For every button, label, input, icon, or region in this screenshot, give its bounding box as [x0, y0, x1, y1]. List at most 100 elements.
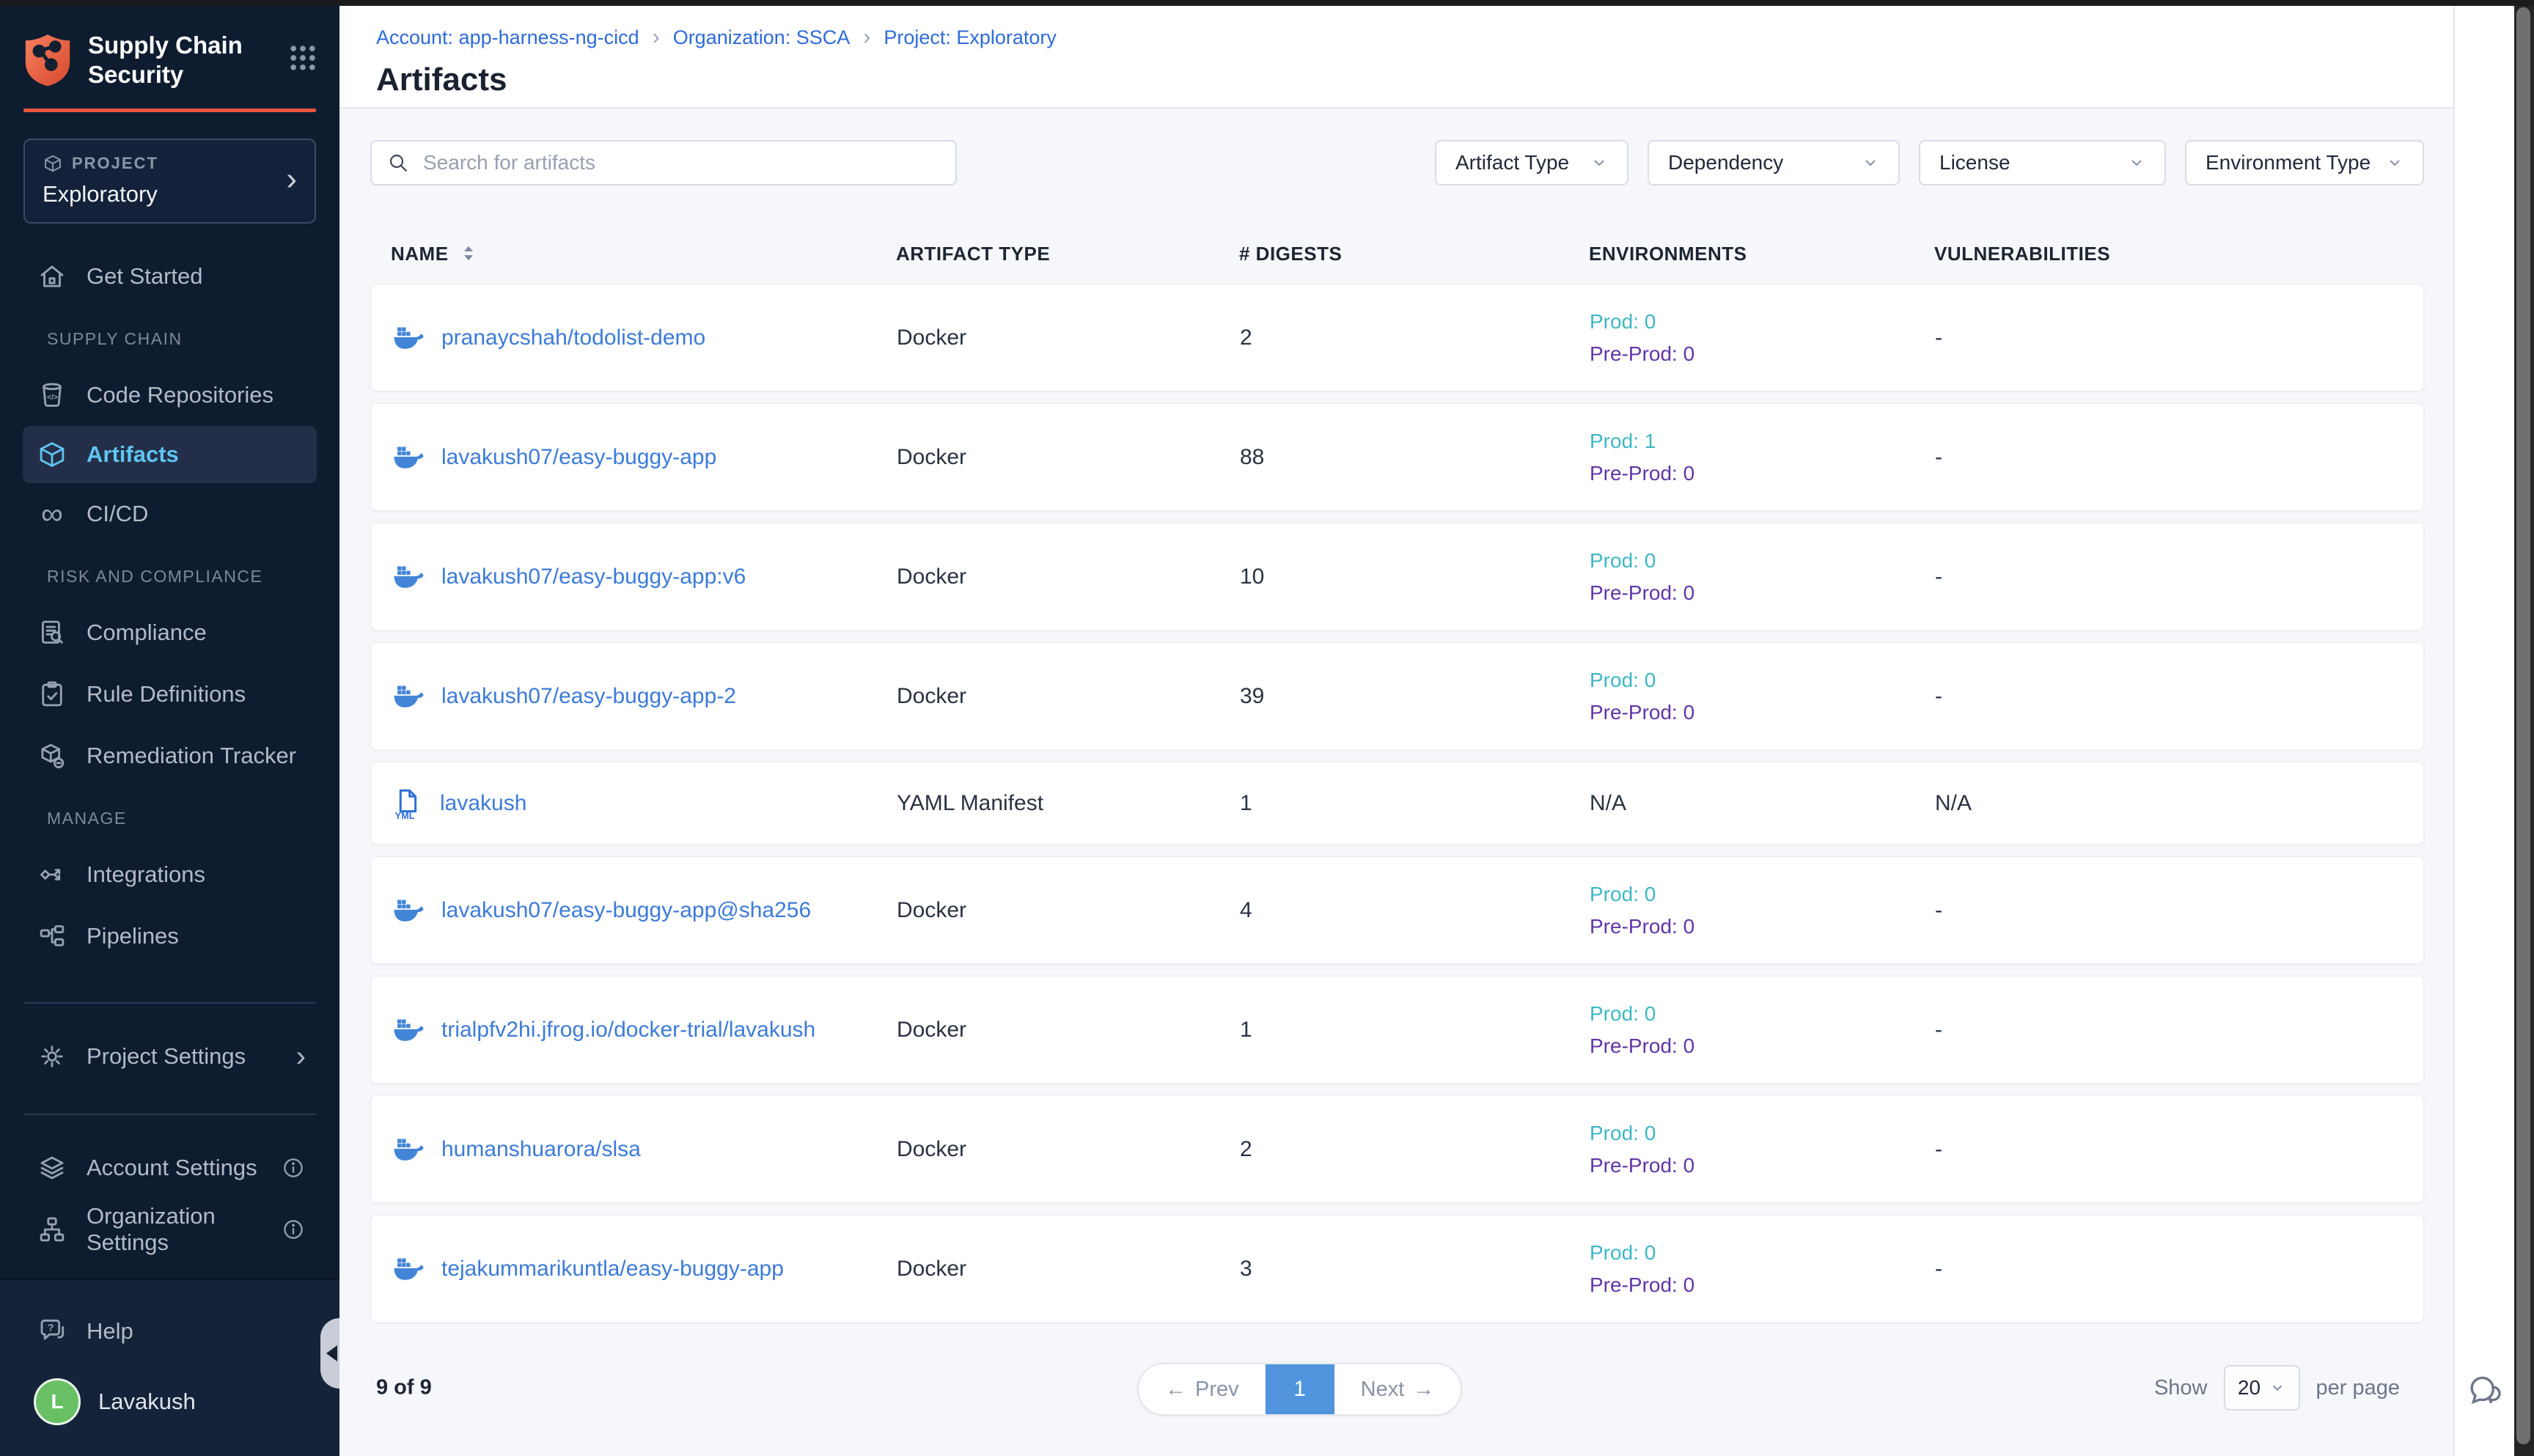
show-label: Show	[2154, 1376, 2208, 1400]
main-area: Account: app-harness-ng-cicd › Organizat…	[339, 6, 2455, 1456]
breadcrumb: Account: app-harness-ng-cicd › Organizat…	[376, 6, 2455, 50]
breadcrumb-project[interactable]: Project: Exploratory	[884, 26, 1057, 49]
breadcrumb-account[interactable]: Account: app-harness-ng-cicd	[376, 26, 639, 49]
table-row: tejakummarikuntla/easy-buggy-app Docker …	[370, 1215, 2424, 1323]
sidebar-collapse-handle[interactable]	[320, 1318, 339, 1389]
artifact-type: YAML Manifest	[897, 791, 1240, 816]
artifact-name-link[interactable]: lavakush07/easy-buggy-app@sha256	[441, 898, 811, 923]
env-preprod-link[interactable]: Pre-Prod: 0	[1590, 577, 1935, 609]
env-prod-link[interactable]: Prod: 0	[1590, 998, 1935, 1030]
artifact-name-link[interactable]: humanshuarora/slsa	[441, 1137, 641, 1162]
project-selector[interactable]: PROJECT Exploratory ›	[23, 139, 316, 224]
env-preprod-link[interactable]: Pre-Prod: 0	[1590, 1030, 1935, 1062]
filter-group: Artifact Type Dependency License Environ…	[1435, 140, 2424, 185]
per-page-select[interactable]: 20	[2224, 1365, 2300, 1411]
artifact-name-link[interactable]: pranaycshah/todolist-demo	[441, 326, 705, 350]
table-row: lavakush07/easy-buggy-app-2 Docker 39 Pr…	[370, 642, 2424, 750]
breadcrumb-organization[interactable]: Organization: SSCA	[673, 26, 851, 49]
env-prod-link[interactable]: Prod: 0	[1590, 1237, 1935, 1269]
env-prod-link[interactable]: Prod: 0	[1590, 878, 1935, 911]
env-prod-link[interactable]: Prod: 0	[1590, 545, 1935, 577]
sidebar-item-label: Get Started	[87, 263, 203, 290]
sort-icon[interactable]	[459, 243, 478, 265]
table-row: trialpfv2hi.jfrog.io/docker-trial/lavaku…	[370, 976, 2424, 1084]
env-preprod-link[interactable]: Pre-Prod: 0	[1590, 1150, 1935, 1182]
user-name: Lavakush	[98, 1389, 196, 1415]
sidebar-item-code-repositories[interactable]: </> Code Repositories	[0, 364, 339, 426]
env-prod-link[interactable]: Prod: 0	[1590, 1117, 1935, 1150]
environments-cell: N/A	[1590, 787, 1935, 820]
sidebar-item-label: Compliance	[87, 619, 207, 646]
pipelines-icon	[37, 921, 67, 952]
env-preprod-link[interactable]: Pre-Prod: 0	[1590, 911, 1935, 943]
right-rail	[2453, 6, 2514, 1456]
chevron-right-icon: ›	[296, 1042, 325, 1071]
artifact-name-link[interactable]: lavakush	[440, 791, 526, 816]
scrollbar-thumb[interactable]	[2516, 7, 2530, 1444]
env-preprod-link[interactable]: Pre-Prod: 0	[1590, 1269, 1935, 1301]
collapse-arrow-icon	[326, 1345, 337, 1361]
sidebar-item-compliance[interactable]: Compliance	[0, 602, 339, 663]
artifact-name-link[interactable]: tejakummarikuntla/easy-buggy-app	[441, 1257, 784, 1282]
sidebar-item-artifacts[interactable]: Artifacts	[23, 426, 317, 483]
chat-support-icon[interactable]	[2466, 1374, 2504, 1411]
docker-icon	[392, 563, 425, 591]
gear-icon	[37, 1041, 67, 1072]
search-input[interactable]	[422, 150, 941, 175]
app-switcher-grid-icon[interactable]	[287, 42, 319, 74]
sidebar-section-risk-and-compliance: RISK AND COMPLIANCE	[47, 567, 339, 589]
env-preprod-link[interactable]: Pre-Prod: 0	[1590, 457, 1935, 490]
vulnerabilities-cell: -	[1935, 1018, 2423, 1043]
vulnerabilities-cell: -	[1935, 445, 2423, 470]
env-preprod-link[interactable]: Pre-Prod: 0	[1590, 338, 1935, 370]
artifact-name-link[interactable]: lavakush07/easy-buggy-app	[441, 445, 716, 470]
sidebar-item-integrations[interactable]: Integrations	[0, 844, 339, 905]
filter-artifact-type[interactable]: Artifact Type	[1435, 140, 1628, 185]
digest-count: 4	[1240, 898, 1590, 923]
page-scrollbar[interactable]	[2514, 0, 2534, 1456]
column-header-environments: ENVIRONMENTS	[1589, 243, 1934, 265]
page-number-1[interactable]: 1	[1266, 1364, 1334, 1414]
sidebar-item-ci-cd[interactable]: ∞ CI/CD	[0, 483, 339, 545]
sidebar-item-rule-definitions[interactable]: Rule Definitions	[0, 663, 339, 725]
shield-logo-icon	[23, 33, 72, 87]
sidebar-item-project-settings[interactable]: Project Settings ›	[0, 1026, 339, 1087]
sidebar-item-help[interactable]: ? Help	[0, 1301, 339, 1362]
per-page-label: per page	[2316, 1376, 2401, 1400]
env-prod-link[interactable]: Prod: 0	[1590, 664, 1935, 696]
filter-environment-type[interactable]: Environment Type	[2185, 140, 2424, 185]
sidebar-item-remediation-tracker[interactable]: Remediation Tracker	[0, 725, 339, 787]
cube-icon	[37, 439, 67, 470]
sidebar-item-label: Remediation Tracker	[87, 743, 296, 769]
sidebar-item-organization-settings[interactable]: Organization Settings	[0, 1199, 339, 1260]
user-row[interactable]: L Lavakush	[0, 1378, 339, 1425]
environments-cell: Prod: 0 Pre-Prod: 0	[1590, 306, 1935, 370]
sidebar-item-label: Rule Definitions	[87, 681, 246, 707]
breadcrumb-separator: ›	[653, 25, 660, 50]
env-prod-link[interactable]: Prod: 0	[1590, 306, 1935, 338]
filter-license[interactable]: License	[1919, 140, 2166, 185]
info-icon	[281, 1217, 325, 1242]
arrow-left-icon: ←	[1165, 1378, 1186, 1402]
chevron-right-icon: ›	[286, 163, 297, 195]
sidebar-item-label: Artifacts	[87, 441, 179, 468]
page-header: Account: app-harness-ng-cicd › Organizat…	[339, 6, 2455, 109]
sidebar-item-account-settings[interactable]: Account Settings	[0, 1137, 339, 1199]
sidebar-item-pipelines[interactable]: Pipelines	[0, 905, 339, 967]
sidebar-item-get-started[interactable]: Get Started	[0, 246, 339, 307]
env-preprod-link[interactable]: Pre-Prod: 0	[1590, 696, 1935, 729]
artifact-name-link[interactable]: trialpfv2hi.jfrog.io/docker-trial/lavaku…	[441, 1018, 815, 1043]
project-cube-icon	[43, 153, 63, 174]
env-prod-link[interactable]: Prod: 1	[1590, 425, 1935, 457]
filter-dependency[interactable]: Dependency	[1648, 140, 1900, 185]
toolbar: Artifact Type Dependency License Environ…	[370, 140, 2424, 185]
artifact-name-link[interactable]: lavakush07/easy-buggy-app-2	[441, 684, 736, 709]
next-page-button[interactable]: Next →	[1334, 1364, 1461, 1414]
column-header-artifact-type: ARTIFACT TYPE	[896, 243, 1239, 265]
vulnerabilities-cell: -	[1935, 1257, 2423, 1282]
prev-page-button[interactable]: ← Prev	[1139, 1364, 1266, 1414]
digest-count: 1	[1240, 791, 1590, 816]
artifact-name-link[interactable]: lavakush07/easy-buggy-app:v6	[441, 565, 746, 589]
arrow-right-icon: →	[1413, 1378, 1434, 1402]
sidebar-item-label: Pipelines	[87, 923, 179, 949]
